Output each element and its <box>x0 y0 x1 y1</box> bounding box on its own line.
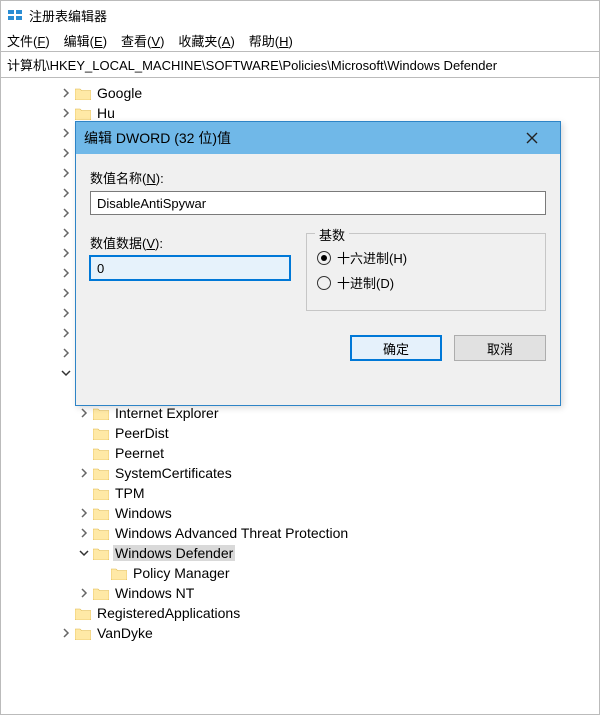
tree-item-label: RegisteredApplications <box>95 605 242 621</box>
registry-app-icon <box>7 7 23 23</box>
folder-icon <box>111 567 127 580</box>
dialog-titlebar[interactable]: 编辑 DWORD (32 位)值 <box>76 122 560 154</box>
tree-item[interactable]: Windows Defender <box>5 543 599 563</box>
chevron-right-icon[interactable] <box>59 226 73 240</box>
chevron-right-icon[interactable] <box>59 246 73 260</box>
base-legend: 基数 <box>315 225 349 244</box>
ok-button[interactable]: 确定 <box>350 335 442 361</box>
cancel-button[interactable]: 取消 <box>454 335 546 361</box>
chevron-right-icon[interactable] <box>59 126 73 140</box>
folder-icon <box>93 407 109 420</box>
chevron-right-icon[interactable] <box>59 326 73 340</box>
tree-item[interactable]: Windows NT <box>5 583 599 603</box>
dialog-title-text: 编辑 DWORD (32 位)值 <box>84 128 231 148</box>
tree-item[interactable]: TPM <box>5 483 599 503</box>
folder-icon <box>93 467 109 480</box>
folder-icon <box>93 527 109 540</box>
menu-help[interactable]: 帮助(H) <box>249 31 293 50</box>
menu-edit[interactable]: 编辑(E) <box>64 31 107 50</box>
folder-icon <box>75 627 91 640</box>
tree-item[interactable]: VanDyke <box>5 623 599 643</box>
radio-dec-indicator <box>317 276 331 290</box>
value-data-input[interactable] <box>90 256 290 280</box>
tree-item[interactable]: PeerDist <box>5 423 599 443</box>
tree-item-label: Google <box>95 85 144 101</box>
value-data-label: 数值数据(V): <box>90 233 290 252</box>
tree-item-label: Internet Explorer <box>113 405 221 421</box>
folder-icon <box>93 547 109 560</box>
chevron-right-icon[interactable] <box>59 306 73 320</box>
menu-file[interactable]: 文件(F) <box>7 31 50 50</box>
folder-icon <box>75 107 91 120</box>
tree-item-label: Windows Defender <box>113 545 235 561</box>
menu-bar: 文件(F) 编辑(E) 查看(V) 收藏夹(A) 帮助(H) <box>1 29 599 52</box>
tree-item[interactable]: Policy Manager <box>5 563 599 583</box>
chevron-right-icon[interactable] <box>59 266 73 280</box>
value-name-input[interactable] <box>90 191 546 215</box>
folder-icon <box>93 507 109 520</box>
chevron-right-icon[interactable] <box>59 206 73 220</box>
close-icon[interactable] <box>512 132 552 144</box>
chevron-right-icon[interactable] <box>77 506 91 520</box>
tree-item-label: Peernet <box>113 445 166 461</box>
chevron-right-icon[interactable] <box>77 586 91 600</box>
tree-item[interactable]: Windows Advanced Threat Protection <box>5 523 599 543</box>
tree-item-label: Hu <box>95 105 117 121</box>
folder-icon <box>75 607 91 620</box>
chevron-down-icon[interactable] <box>77 546 91 560</box>
radio-hex[interactable]: 十六进制(H) <box>317 248 535 267</box>
tree-item-label: TPM <box>113 485 147 501</box>
radio-hex-indicator <box>317 251 331 265</box>
folder-icon <box>75 87 91 100</box>
chevron-right-icon[interactable] <box>59 186 73 200</box>
tree-item-label: Policy Manager <box>131 565 232 581</box>
tree-item[interactable]: Peernet <box>5 443 599 463</box>
tree-item-label: Windows <box>113 505 174 521</box>
base-fieldset: 基数 十六进制(H) 十进制(D) <box>306 233 546 311</box>
radio-dec[interactable]: 十进制(D) <box>317 273 535 292</box>
folder-icon <box>93 487 109 500</box>
chevron-right-icon[interactable] <box>77 526 91 540</box>
tree-item[interactable]: SystemCertificates <box>5 463 599 483</box>
tree-item-label: VanDyke <box>95 625 155 641</box>
chevron-right-icon[interactable] <box>59 346 73 360</box>
tree-item-label: Windows Advanced Threat Protection <box>113 525 350 541</box>
folder-icon <box>93 447 109 460</box>
chevron-right-icon[interactable] <box>59 86 73 100</box>
tree-item-label: SystemCertificates <box>113 465 234 481</box>
edit-dword-dialog: 编辑 DWORD (32 位)值 数值名称(N): 数值数据(V): 基数 <box>75 121 561 406</box>
folder-icon <box>93 427 109 440</box>
address-bar[interactable]: 计算机\HKEY_LOCAL_MACHINE\SOFTWARE\Policies… <box>1 51 599 78</box>
chevron-right-icon[interactable] <box>59 106 73 120</box>
folder-icon <box>93 587 109 600</box>
chevron-right-icon[interactable] <box>59 626 73 640</box>
menu-view[interactable]: 查看(V) <box>121 31 164 50</box>
chevron-down-icon[interactable] <box>59 366 73 380</box>
tree-item[interactable]: RegisteredApplications <box>5 603 599 623</box>
window-title: 注册表编辑器 <box>29 6 107 25</box>
title-bar: 注册表编辑器 <box>1 1 599 29</box>
chevron-right-icon[interactable] <box>77 406 91 420</box>
tree-item[interactable]: Google <box>5 83 599 103</box>
chevron-right-icon[interactable] <box>59 146 73 160</box>
tree-item[interactable]: Windows <box>5 503 599 523</box>
chevron-right-icon[interactable] <box>59 166 73 180</box>
tree-item[interactable]: Internet Explorer <box>5 403 599 423</box>
tree-item[interactable]: Hu <box>5 103 599 123</box>
chevron-right-icon[interactable] <box>77 466 91 480</box>
tree-item-label: Windows NT <box>113 585 196 601</box>
menu-favorites[interactable]: 收藏夹(A) <box>178 31 234 50</box>
tree-item-label: PeerDist <box>113 425 171 441</box>
value-name-label: 数值名称(N): <box>90 168 546 187</box>
chevron-right-icon[interactable] <box>59 286 73 300</box>
